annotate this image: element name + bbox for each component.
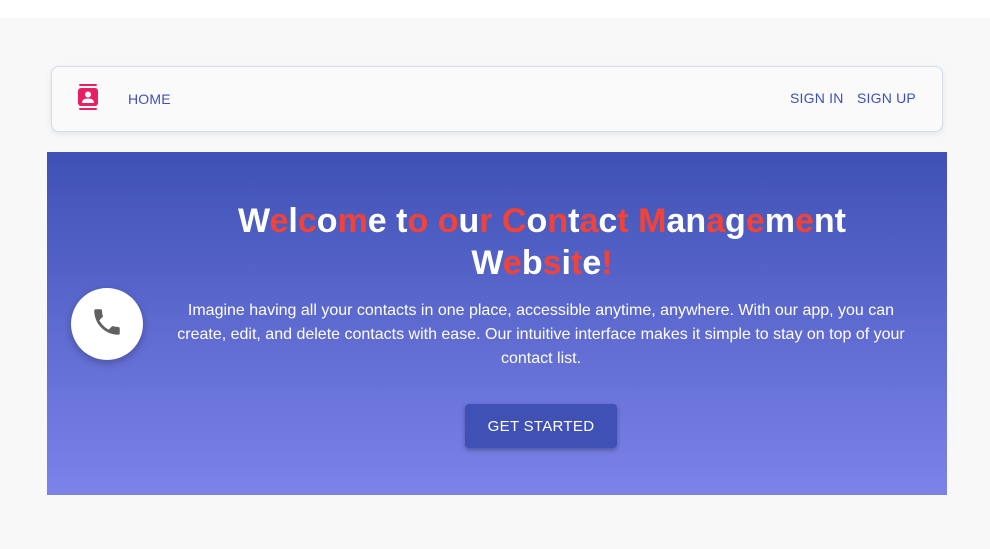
nav-signin-link[interactable]: SIGN IN [790,90,844,106]
page-background: HOME SIGN IN SIGN UP Welcome to our Cont… [0,18,990,549]
top-navbar: HOME SIGN IN SIGN UP [51,66,943,132]
hero-title-line-2: Website! [471,244,613,282]
hero-title: Welcome to our Contact Management Websit… [187,200,897,284]
phone-icon [90,305,124,344]
hero-description: Imagine having all your contacts in one … [177,302,905,367]
get-started-button[interactable]: GET STARTED [465,404,617,448]
hero-title-line-1: Welcome to our Contact Management [238,202,846,240]
contact-card-icon[interactable] [77,84,99,110]
hero-section: Welcome to our Contact Management Websit… [47,152,947,495]
nav-home-link[interactable]: HOME [128,91,171,107]
phone-button[interactable] [71,288,143,360]
nav-signup-link[interactable]: SIGN UP [857,90,916,106]
